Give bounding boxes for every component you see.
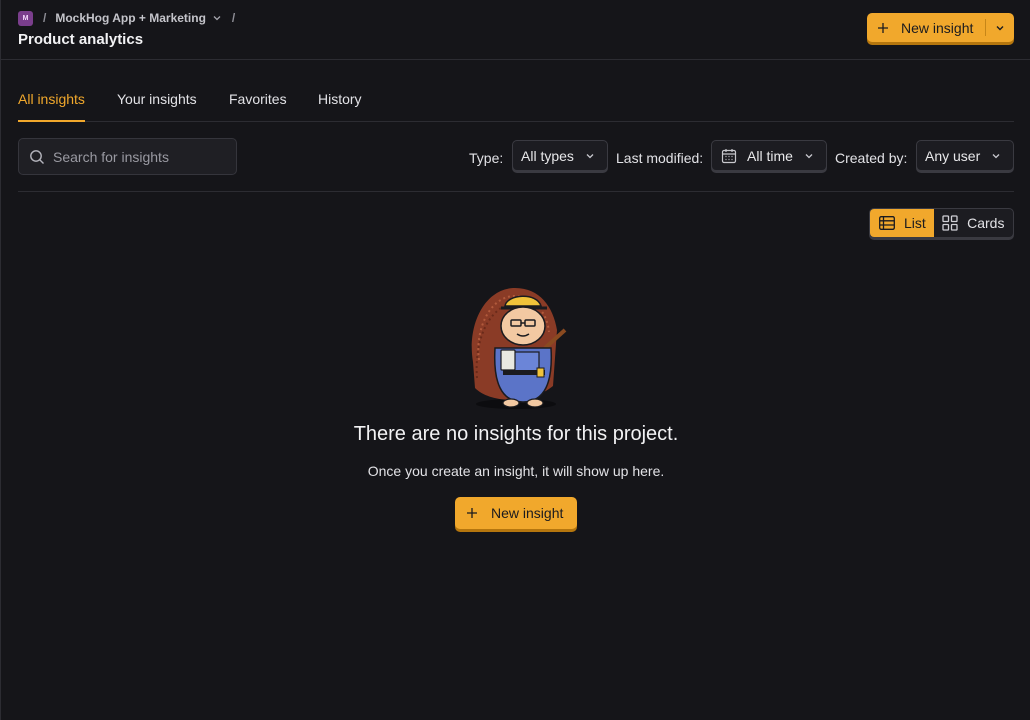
list-view-button[interactable]: List [870,209,935,237]
tab-history[interactable]: History [318,91,362,107]
modified-select-value: All time [747,147,793,164]
plus-icon [467,508,477,518]
search-icon [30,149,44,164]
filter-bar: Type: All types Last modified: All time … [18,122,1014,192]
type-select[interactable]: All types [512,140,608,171]
chevron-down-icon [996,25,1004,30]
view-mode-toggle: List Cards [869,208,1014,238]
tab-your-insights[interactable]: Your insights [117,91,197,107]
list-view-label: List [904,215,926,231]
project-switcher[interactable]: MockHog App + Marketing [55,11,206,25]
chevron-down-icon [805,154,813,159]
tab-favorites[interactable]: Favorites [229,91,287,107]
chevron-down-icon [586,154,594,159]
chevron-down-icon [992,154,1000,159]
top-header: M / MockHog App + Marketing / Product an… [1,0,1030,60]
plus-icon [878,22,888,33]
chevron-down-icon[interactable] [212,13,222,23]
grid-icon [942,215,958,231]
tab-all-insights[interactable]: All insights [18,91,85,107]
search-box [18,138,237,175]
list-icon [879,216,895,230]
breadcrumb-separator: / [231,11,236,25]
hedgehog-illustration [471,287,567,409]
new-insight-button[interactable]: New insight [867,13,985,42]
created-select-value: Any user [925,147,981,164]
cards-view-button[interactable]: Cards [934,209,1013,237]
breadcrumb-separator: / [43,11,47,25]
empty-state-title: There are no insights for this project. [353,423,679,445]
new-insight-label: New insight [901,19,974,36]
page-title: Product analytics [18,31,144,48]
modified-select[interactable]: All time [711,140,827,171]
breadcrumb: M / MockHog App + Marketing / [18,10,244,26]
app-frame: M / MockHog App + Marketing / Product an… [0,0,1030,720]
created-filter-label: Created by: [835,150,908,166]
type-select-value: All types [521,147,574,164]
calendar-icon [721,148,737,163]
new-insight-dropdown-button[interactable] [986,13,1014,42]
new-insight-split-button: New insight [867,13,1014,42]
empty-state-button-label: New insight [491,505,564,521]
type-filter-label: Type: [469,150,504,166]
project-avatar[interactable]: M [18,10,33,26]
empty-state-subtitle: Once you create an insight, it will show… [367,463,665,479]
cards-view-label: Cards [967,215,1005,231]
modified-filter-label: Last modified: [616,150,704,166]
search-input[interactable] [53,148,223,165]
created-select[interactable]: Any user [916,140,1014,171]
empty-state-new-insight-button[interactable]: New insight [455,497,577,529]
insights-tabs: All insights Your insights Favorites His… [18,60,1014,122]
